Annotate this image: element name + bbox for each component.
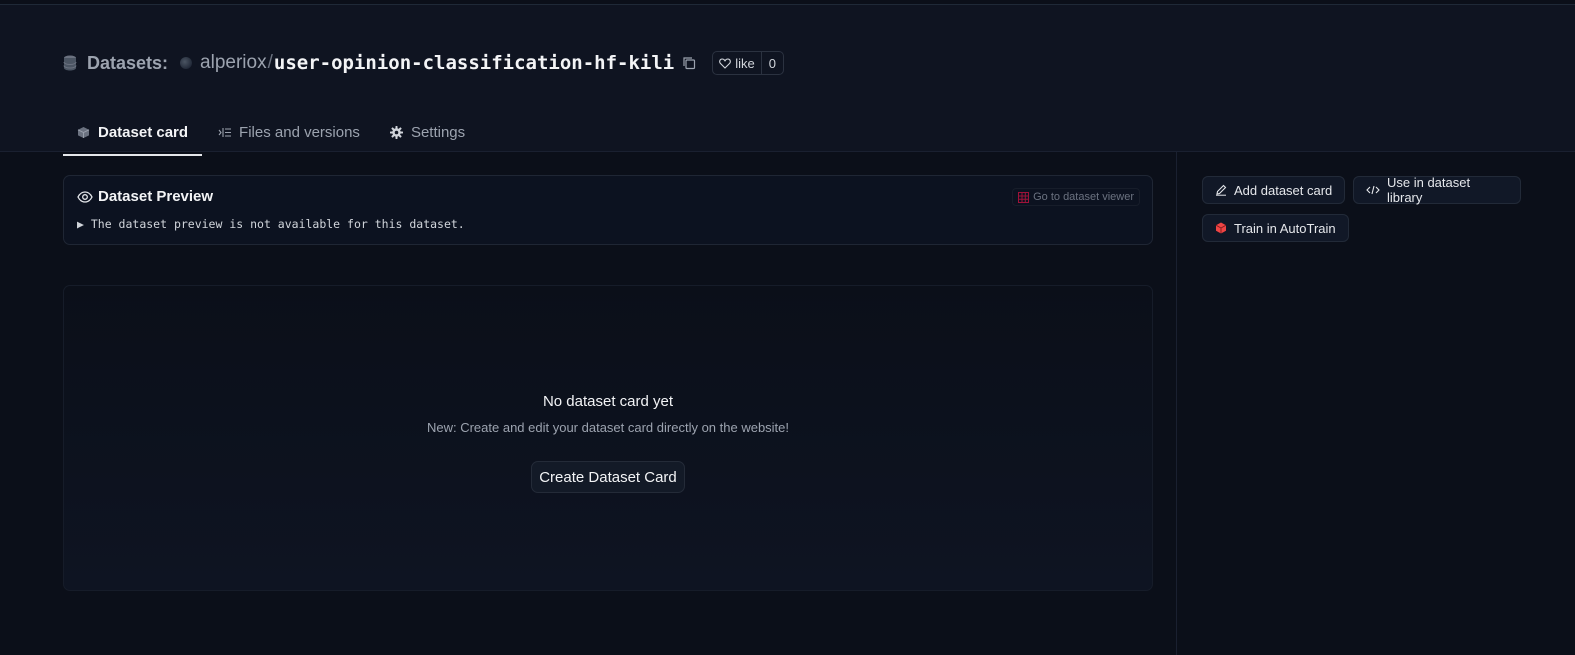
preview-message-text: The dataset preview is not available for… [90,217,465,231]
preview-heading: Dataset Preview [77,188,213,205]
owner-link[interactable]: alperiox [200,52,267,74]
button-label: Train in AutoTrain [1234,220,1336,236]
cube-icon [77,126,90,139]
like-widget: like 0 [712,51,784,75]
go-to-dataset-viewer-link[interactable]: Go to dataset viewer [1012,188,1140,206]
tab-settings[interactable]: Settings [376,111,479,154]
button-label: Use in dataset library [1386,175,1471,205]
repo-header: Datasets: alperiox / user-opinion-classi… [0,5,1575,156]
files-icon [218,126,232,139]
tab-label: Files and versions [239,124,360,141]
empty-card-title: No dataset card yet [542,393,674,410]
dataset-card-empty-state: No dataset card yet New: Create and edit… [63,285,1153,591]
like-button[interactable]: like [713,52,762,74]
eye-icon [77,190,93,203]
database-icon [63,55,77,71]
gear-icon [389,126,403,139]
use-in-dataset-library-button[interactable]: Use in dataset library [1353,175,1521,205]
button-label: Add dataset card [1234,182,1333,198]
tab-label: Dataset card [98,124,189,141]
tab-dataset-card[interactable]: Dataset card [63,111,203,156]
datasets-link[interactable]: Datasets: [87,53,168,74]
grid-icon [1018,191,1030,203]
dataset-preview-panel: Dataset Preview Go to dataset viewer ▶ T… [63,175,1153,245]
tab-label: Settings [410,124,466,141]
code-icon [1366,185,1380,195]
repo-title-row: Datasets: alperiox / user-opinion-classi… [63,49,784,77]
owner-avatar[interactable] [180,57,193,69]
empty-card-subtitle: New: Create and edit your dataset card d… [426,420,790,435]
disclosure-triangle-icon: ▶ [77,217,91,231]
preview-title: Dataset Preview [98,188,214,205]
pencil-icon [1216,184,1227,196]
path-separator: / [267,52,273,73]
add-dataset-card-button[interactable]: Add dataset card [1202,176,1345,204]
copy-icon[interactable] [682,56,696,70]
heart-icon [719,57,732,69]
like-label: like [735,55,755,71]
repo-name[interactable]: user-opinion-classification-hf-kili [274,52,674,74]
preview-unavailable-message[interactable]: ▶ The dataset preview is not available f… [77,217,465,231]
train-in-autotrain-button[interactable]: Train in AutoTrain [1202,214,1349,242]
sidebar-divider [1176,151,1177,655]
tab-files-and-versions[interactable]: Files and versions [204,111,374,154]
like-count[interactable]: 0 [762,56,783,71]
create-dataset-card-button[interactable]: Create Dataset Card [531,461,685,493]
autotrain-icon [1215,222,1227,234]
repo-tabs: Dataset card Files and versions Settings [63,111,481,156]
viewer-link-label: Go to dataset viewer [1033,191,1134,203]
